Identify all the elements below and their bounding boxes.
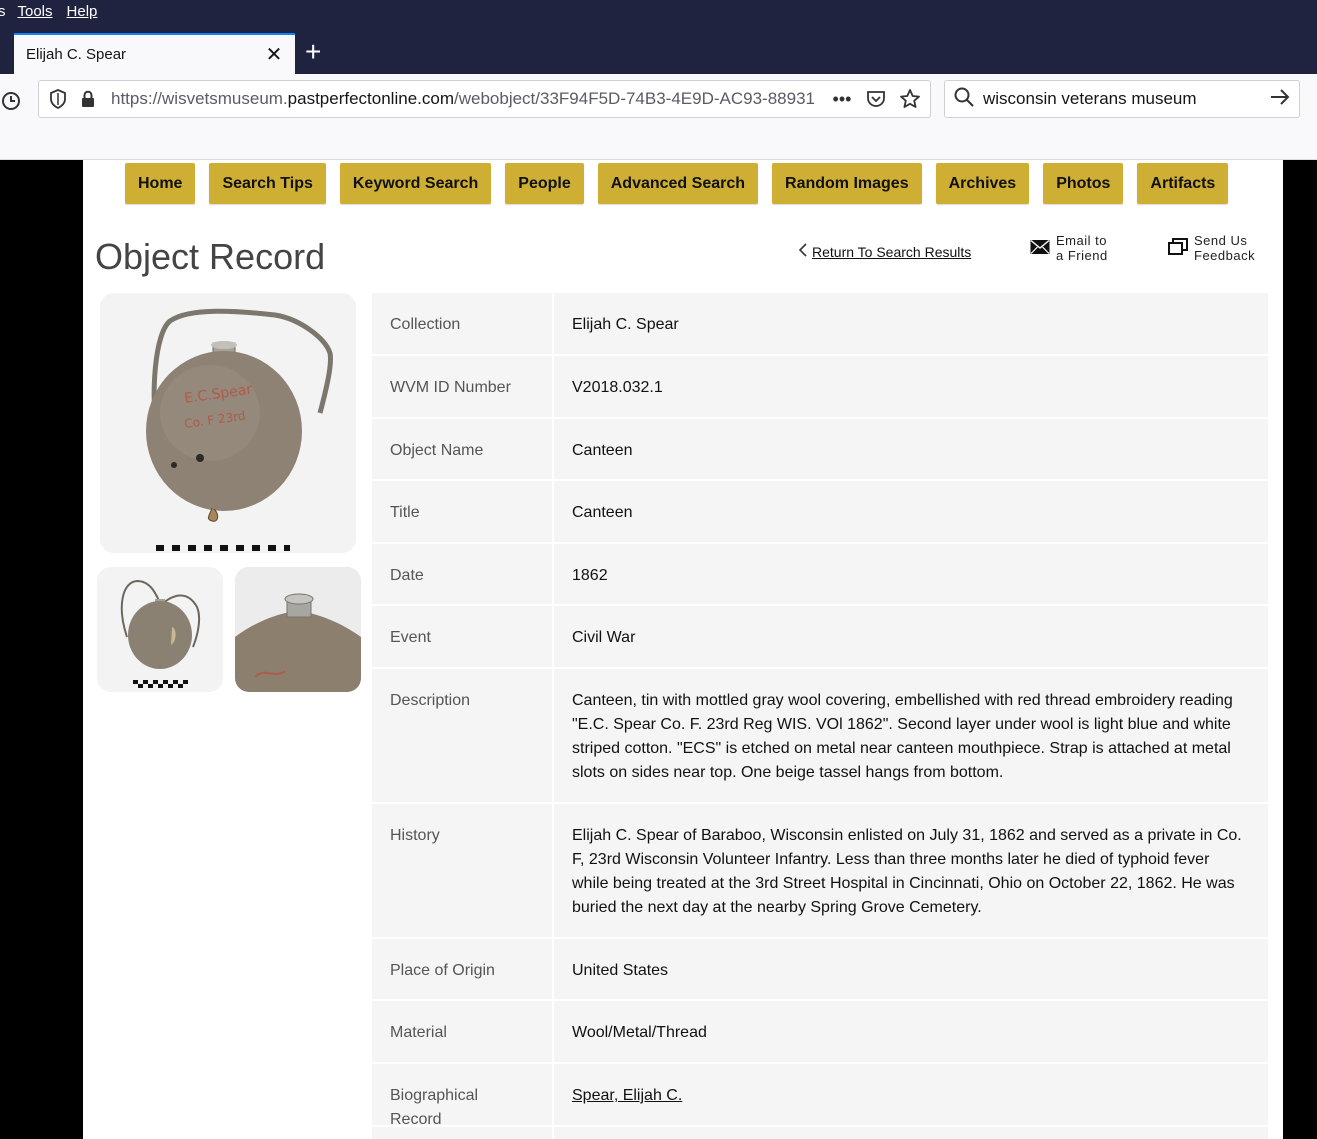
record-row-biographical-record: Biographical Record Spear, Elijah C. bbox=[372, 1064, 1268, 1128]
nav-keyword-search-button[interactable]: Keyword Search bbox=[339, 163, 492, 204]
record-label: Description bbox=[372, 669, 554, 802]
record-label: Object Name bbox=[372, 419, 554, 479]
nav-random-images-button[interactable]: Random Images bbox=[772, 163, 922, 204]
page-actions-icon[interactable]: ••• bbox=[830, 87, 854, 111]
thumbnail-image-1[interactable] bbox=[97, 567, 223, 692]
thumbnail-image-2[interactable] bbox=[235, 567, 361, 692]
record-row-collection: Collection Elijah C. Spear bbox=[372, 293, 1268, 356]
record-value: Civil War bbox=[572, 629, 636, 646]
record-label: Title bbox=[372, 481, 554, 542]
search-icon bbox=[953, 86, 975, 113]
page-content: Home Search Tips Keyword Search People A… bbox=[83, 160, 1283, 1139]
record-label: Collection bbox=[372, 293, 554, 354]
url-path: /webobject/33F94F5D-74B3-4E9D-AC93-88931 bbox=[454, 89, 815, 108]
pocket-icon[interactable] bbox=[864, 87, 888, 111]
menu-item-help[interactable]: Help bbox=[67, 3, 98, 20]
record-row-date: Date 1862 bbox=[372, 544, 1268, 606]
chevron-left-icon bbox=[798, 243, 808, 260]
record-row-material: Material Wool/Metal/Thread bbox=[372, 1001, 1268, 1064]
record-value: United States bbox=[572, 962, 669, 979]
tab-title: Elijah C. Spear bbox=[26, 46, 127, 63]
record-label: Place of Origin bbox=[372, 939, 554, 999]
record-value: V2018.032.1 bbox=[572, 379, 663, 396]
search-go-arrow-icon[interactable] bbox=[1269, 87, 1291, 112]
record-label-empty bbox=[372, 1127, 554, 1139]
send-feedback-label: Send Us Feedback bbox=[1194, 233, 1256, 263]
menu-bar: s Tools Help bbox=[0, 0, 111, 22]
record-row-partial bbox=[372, 1127, 1268, 1139]
record-row-wvm-id: WVM ID Number V2018.032.1 bbox=[372, 356, 1268, 419]
search-bar[interactable]: wisconsin veterans museum bbox=[944, 80, 1300, 118]
nav-advanced-search-button[interactable]: Advanced Search bbox=[597, 163, 759, 204]
browser-navbar: https://wisvetsmuseum.pastperfectonline.… bbox=[0, 74, 1317, 160]
envelope-icon bbox=[1030, 239, 1050, 258]
return-to-search-results-link[interactable]: Return To Search Results bbox=[798, 243, 971, 260]
browser-titlebar: s Tools Help Elijah C. Spear ✕ + bbox=[0, 0, 1317, 74]
record-label: Biographical Record bbox=[372, 1064, 554, 1128]
menu-item-tools-label: Tools bbox=[17, 2, 53, 20]
record-row-title: Title Canteen bbox=[372, 481, 1268, 544]
new-tab-icon[interactable]: + bbox=[305, 38, 321, 66]
url-bar[interactable]: https://wisvetsmuseum.pastperfectonline.… bbox=[38, 80, 931, 118]
record-label: History bbox=[372, 804, 554, 937]
menu-item-tools[interactable]: Tools bbox=[18, 3, 53, 20]
record-row-object-name: Object Name Canteen bbox=[372, 419, 1268, 481]
search-input[interactable]: wisconsin veterans museum bbox=[983, 89, 1269, 109]
url-domain: pastperfectonline.com bbox=[287, 89, 454, 108]
record-value-empty bbox=[554, 1127, 1268, 1139]
menu-item-partial[interactable]: s bbox=[0, 3, 6, 20]
record-value: Canteen bbox=[572, 504, 633, 521]
object-record-table: Collection Elijah C. Spear WVM ID Number… bbox=[372, 293, 1268, 1139]
email-to-friend-label: Email to a Friend bbox=[1056, 233, 1108, 263]
record-label: Event bbox=[372, 606, 554, 667]
record-value: 1862 bbox=[572, 567, 608, 584]
bookmark-star-icon[interactable] bbox=[898, 87, 922, 111]
history-icon[interactable] bbox=[0, 90, 22, 112]
page-title: Object Record bbox=[95, 236, 326, 277]
record-row-place-of-origin: Place of Origin United States bbox=[372, 939, 1268, 1001]
return-link-label: Return To Search Results bbox=[812, 243, 972, 260]
record-value: Elijah C. Spear of Baraboo, Wisconsin en… bbox=[572, 827, 1242, 916]
record-value: Canteen, tin with mottled gray wool cove… bbox=[572, 692, 1233, 781]
record-row-history: History Elijah C. Spear of Baraboo, Wisc… bbox=[372, 804, 1268, 939]
nav-people-button[interactable]: People bbox=[505, 163, 584, 204]
record-label: Material bbox=[372, 1001, 554, 1062]
feedback-chat-icon bbox=[1168, 237, 1188, 259]
nav-search-tips-button[interactable]: Search Tips bbox=[209, 163, 326, 204]
nav-home-button[interactable]: Home bbox=[125, 163, 196, 204]
record-value-link-cell: Spear, Elijah C. bbox=[554, 1064, 1268, 1125]
url-prefix: https://wisvetsmuseum. bbox=[111, 89, 288, 108]
site-nav: Home Search Tips Keyword Search People A… bbox=[125, 163, 1229, 204]
send-feedback-link[interactable]: Send Us Feedback bbox=[1168, 233, 1255, 263]
record-value: Wool/Metal/Thread bbox=[572, 1024, 707, 1041]
menu-item-help-label: Help bbox=[66, 2, 98, 20]
nav-archives-button[interactable]: Archives bbox=[935, 163, 1030, 204]
email-to-friend-link[interactable]: Email to a Friend bbox=[1030, 233, 1108, 263]
lock-icon[interactable] bbox=[77, 88, 99, 110]
nav-photos-button[interactable]: Photos bbox=[1043, 163, 1124, 204]
record-label: WVM ID Number bbox=[372, 356, 554, 417]
main-object-image[interactable]: E.C.Spear Co. F 23rd bbox=[100, 293, 356, 553]
url-text[interactable]: https://wisvetsmuseum.pastperfectonline.… bbox=[111, 89, 824, 109]
close-tab-icon[interactable]: ✕ bbox=[265, 45, 283, 65]
nav-artifacts-button[interactable]: Artifacts bbox=[1137, 163, 1229, 204]
record-row-event: Event Civil War bbox=[372, 606, 1268, 669]
record-label: Date bbox=[372, 544, 554, 604]
biographical-record-link[interactable]: Spear, Elijah C. bbox=[572, 1087, 682, 1104]
tracking-shield-icon[interactable] bbox=[47, 88, 69, 110]
record-value: Canteen bbox=[572, 442, 633, 459]
browser-tab-active[interactable]: Elijah C. Spear ✕ bbox=[14, 33, 295, 74]
record-value: Elijah C. Spear bbox=[572, 316, 679, 333]
record-row-description: Description Canteen, tin with mottled gr… bbox=[372, 669, 1268, 804]
